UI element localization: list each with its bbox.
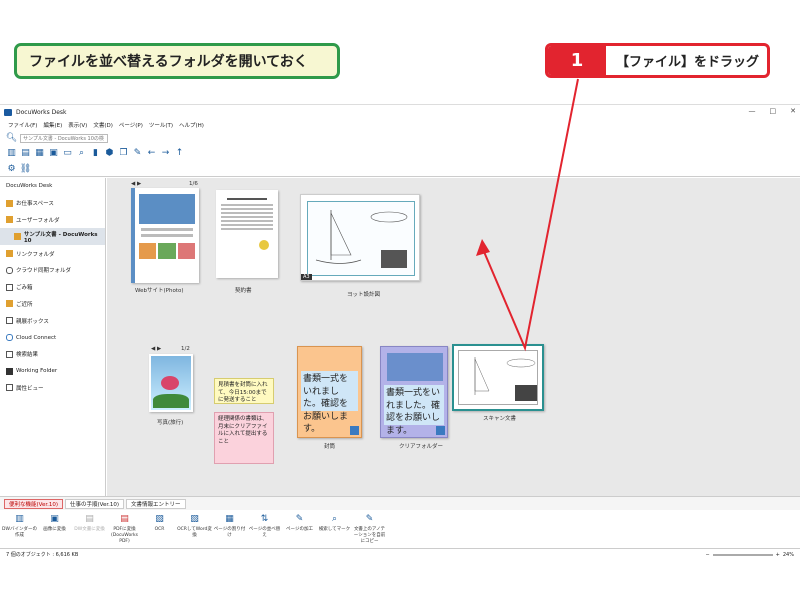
arrow-head [476, 239, 490, 256]
screenshot-root: ファイルを並べ替えるフォルダを開いておく 1 【ファイル】をドラッグ DocuW… [0, 0, 800, 600]
drag-arrow-overlay [476, 78, 579, 352]
